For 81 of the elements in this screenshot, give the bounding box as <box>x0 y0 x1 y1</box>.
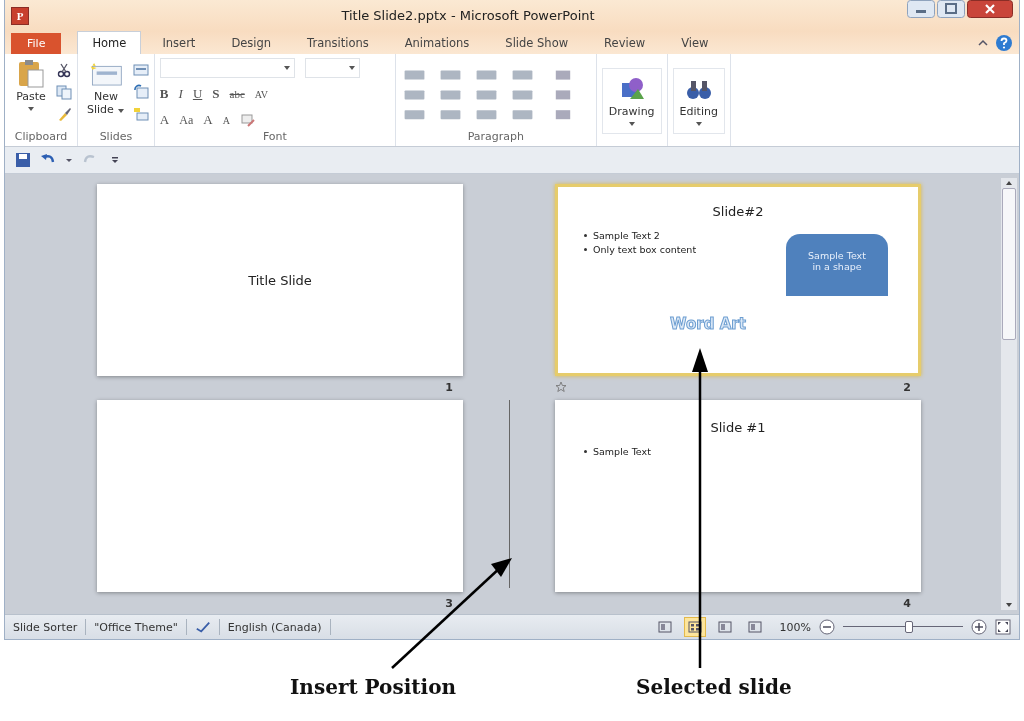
group-label: Paragraph <box>467 130 525 144</box>
font-size-field[interactable] <box>304 58 360 79</box>
help-icon[interactable] <box>995 34 1013 53</box>
ribbon-tab[interactable]: Transitions <box>292 31 384 55</box>
ribbon-tab[interactable]: Animations <box>389 31 485 55</box>
zoom-out-button[interactable] <box>819 619 835 636</box>
brush-icon[interactable] <box>56 106 72 123</box>
bullet-text: Sample Text <box>593 446 651 458</box>
slide-thumbnail[interactable]: Title Slide <box>97 184 463 377</box>
format-button[interactable]: B <box>159 86 169 103</box>
rounded-shape: Sample Text in a shape <box>786 234 888 297</box>
maximize-button[interactable] <box>937 0 965 18</box>
format-button[interactable]: S <box>212 86 220 103</box>
minimize-button[interactable] <box>907 0 935 18</box>
slide-thumbnail[interactable] <box>97 400 463 593</box>
caret-icon <box>282 65 291 72</box>
word-art: Word Art <box>670 315 746 334</box>
new-slide-button[interactable]: New Slide <box>83 58 129 131</box>
paste-button[interactable]: Paste <box>10 58 52 131</box>
file-tab[interactable]: File <box>11 33 62 55</box>
ribbon-tab[interactable]: Home <box>77 31 142 55</box>
caret-icon <box>27 106 35 113</box>
slide-number: 4 <box>903 596 911 610</box>
group-label: Slides <box>99 130 133 144</box>
zoom-in-button[interactable] <box>971 619 987 636</box>
slide-thumbnail[interactable]: Slide#2 Sample Text 2 Only text box content Sample Text in a shape Word Art <box>555 184 921 377</box>
annotation-label: Selected slide <box>636 675 792 699</box>
copy-icon[interactable] <box>56 84 72 101</box>
slide-thumbnail[interactable]: Slide #1 Sample Text <box>555 400 921 593</box>
scissors-icon[interactable] <box>56 62 72 79</box>
caret-icon <box>116 108 125 115</box>
bullet-icon <box>584 450 587 454</box>
format-button[interactable]: U <box>192 86 203 103</box>
caret-icon <box>347 65 356 72</box>
format-button[interactable]: I <box>178 86 183 103</box>
bullet-icon <box>584 234 587 238</box>
ribbon-tab[interactable]: Design <box>216 31 287 55</box>
format-button[interactable]: A <box>203 112 213 129</box>
window-title: Title Slide2.pptx - Microsoft PowerPoint <box>340 8 596 24</box>
format-button[interactable]: A <box>222 114 230 126</box>
ribbon-tab[interactable]: Slide Show <box>490 31 584 55</box>
zoom-slider[interactable] <box>843 619 963 636</box>
fit-to-window-icon[interactable] <box>995 619 1011 636</box>
language-status[interactable]: English (Canada) <box>227 620 322 634</box>
format-button[interactable]: AV <box>254 88 268 100</box>
vertical-scrollbar[interactable] <box>1001 178 1017 611</box>
save-icon[interactable] <box>15 152 31 169</box>
format-button[interactable]: A <box>159 112 170 129</box>
slide-title: Title Slide <box>248 272 312 288</box>
clear-format-icon[interactable] <box>239 112 256 129</box>
close-button[interactable] <box>967 0 1013 18</box>
app-icon[interactable]: P <box>11 6 29 25</box>
slide-title: Slide #1 <box>710 420 766 436</box>
layout-icon[interactable] <box>132 62 149 79</box>
slide-title: Slide#2 <box>712 204 764 220</box>
drawing-button[interactable]: Drawing <box>601 68 662 135</box>
ribbon-tab[interactable]: View <box>666 31 724 55</box>
ribbon-tab[interactable]: Review <box>589 31 661 55</box>
format-button[interactable]: Aa <box>179 112 194 128</box>
status-item[interactable]: Slide Sorter <box>13 620 78 634</box>
status-item[interactable]: "Office Theme" <box>94 620 178 634</box>
font-name-field[interactable] <box>159 58 295 79</box>
bullet-text: Sample Text 2 <box>593 230 660 242</box>
slide-number: 3 <box>445 596 453 610</box>
editing-button[interactable]: Editing <box>672 68 725 135</box>
slide-number: 2 <box>903 380 911 394</box>
annotation-label: Insert Position <box>290 675 457 699</box>
slide-number: 1 <box>445 380 453 394</box>
caret-icon <box>627 121 636 128</box>
format-button[interactable]: abc <box>229 88 245 101</box>
view-button[interactable] <box>683 617 706 638</box>
bullet-text: Only text box content <box>593 244 697 256</box>
caret-icon <box>694 121 703 128</box>
star-icon[interactable] <box>555 381 567 394</box>
dropdown-icon[interactable] <box>65 156 73 165</box>
zoom-level[interactable]: 100% <box>779 620 811 634</box>
bullet-icon <box>584 248 587 252</box>
group-label: Font <box>262 130 287 144</box>
ribbon-tab[interactable]: Insert <box>147 31 211 55</box>
group-label: Clipboard <box>14 130 68 144</box>
reset-icon[interactable] <box>132 84 149 101</box>
